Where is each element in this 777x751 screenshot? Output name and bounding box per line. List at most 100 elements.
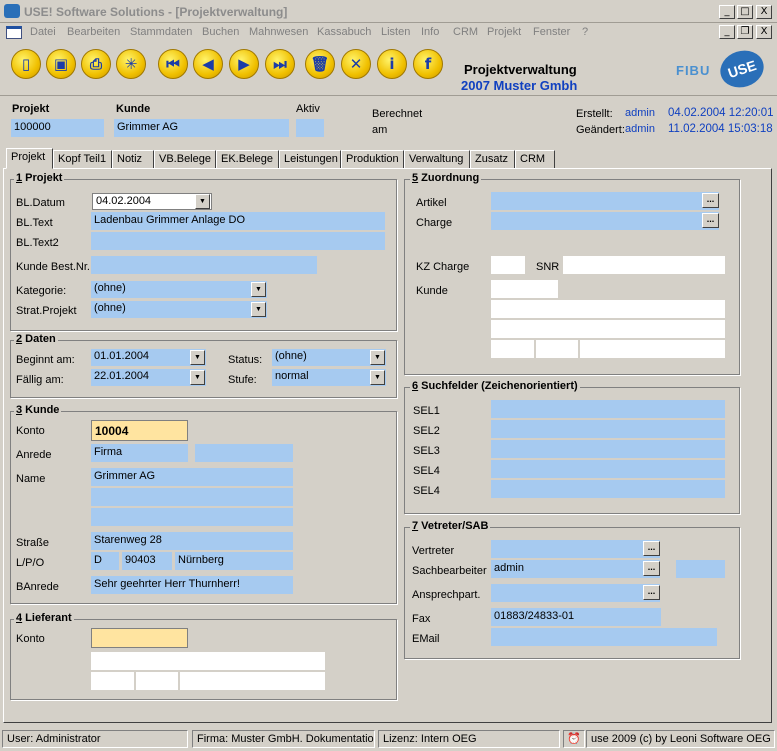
plz-field[interactable]: 90403 — [122, 552, 172, 570]
zuordnung-kunde-name-field-2[interactable] — [491, 320, 725, 338]
tab-leistungen[interactable]: Leistungen — [279, 150, 341, 169]
kunde-best-nr-field[interactable] — [91, 256, 317, 274]
tab-kopf-teil1[interactable]: Kopf Teil1 — [53, 150, 112, 169]
menu-listen[interactable]: Listen — [381, 26, 410, 38]
lieferant-name-field[interactable] — [91, 652, 325, 670]
vertreter-lookup-button[interactable]: ... — [643, 541, 660, 556]
snr-field[interactable] — [563, 256, 725, 274]
anrede-extra-field[interactable] — [195, 444, 293, 462]
projekt-field[interactable]: 100000 — [11, 119, 104, 137]
kunde-konto-field[interactable]: 10004 — [91, 420, 188, 441]
menu-kassabuch[interactable]: Kassabuch — [317, 26, 371, 38]
bl-datum-dropdown-icon[interactable]: ▼ — [195, 194, 210, 209]
sel5-field[interactable] — [491, 480, 725, 498]
menu-stammdaten[interactable]: Stammdaten — [130, 26, 192, 38]
cancel-icon[interactable]: ✕ — [341, 49, 371, 79]
zuordnung-kunde-plz-field[interactable] — [536, 340, 578, 358]
name-field-1[interactable]: Grimmer AG — [91, 468, 293, 486]
bl-datum-select[interactable]: 04.02.2004 — [92, 193, 212, 210]
zuordnung-kunde-land-field[interactable] — [491, 340, 534, 358]
name-field-3[interactable] — [91, 508, 293, 526]
sachbearbeiter-extra-field[interactable] — [676, 560, 725, 578]
menu-datei[interactable]: Datei — [30, 26, 56, 38]
menu-mahnwesen[interactable]: Mahnwesen — [249, 26, 308, 38]
vertreter-field[interactable] — [491, 540, 660, 558]
aktiv-field[interactable] — [296, 119, 324, 137]
print-icon[interactable]: ⎙ — [81, 49, 111, 79]
tab-ek-belege[interactable]: EK.Belege — [216, 150, 279, 169]
zuordnung-kunde-name-field-1[interactable] — [491, 300, 725, 318]
tab-produktion[interactable]: Produktion — [341, 150, 404, 169]
trash-icon[interactable]: 🗑 — [305, 49, 335, 79]
kategorie-dropdown-icon[interactable]: ▼ — [251, 282, 266, 297]
lieferant-plz-field[interactable] — [136, 672, 178, 690]
stufe-dropdown-icon[interactable]: ▼ — [370, 370, 385, 385]
new-doc-icon[interactable]: ▯ — [11, 49, 41, 79]
tab-crm[interactable]: CRM — [515, 150, 555, 169]
next-icon[interactable]: ▶ — [229, 49, 259, 79]
tab-notiz[interactable]: Notiz — [112, 150, 154, 169]
land-field[interactable]: D — [91, 552, 119, 570]
sprinkler-icon[interactable]: ✳ — [116, 49, 146, 79]
beginnt-dropdown-icon[interactable]: ▼ — [190, 350, 205, 365]
tab-zusatz[interactable]: Zusatz — [470, 150, 515, 169]
email-field[interactable] — [491, 628, 717, 646]
charge-field[interactable] — [491, 212, 719, 230]
sel1-field[interactable] — [491, 400, 725, 418]
document-icon[interactable] — [6, 26, 22, 39]
info-icon[interactable]: i — [377, 49, 407, 79]
child-close-button[interactable]: X — [756, 25, 772, 39]
tab-vb-belege[interactable]: VB.Belege — [154, 150, 216, 169]
name-field-2[interactable] — [91, 488, 293, 506]
artikel-field[interactable] — [491, 192, 719, 210]
bl-text-field[interactable]: Ladenbau Grimmer Anlage DO — [91, 212, 385, 230]
tab-projekt[interactable]: Projekt — [6, 148, 53, 169]
kz-charge-field[interactable] — [491, 256, 525, 274]
faellig-select[interactable]: 22.01.2004 — [91, 369, 206, 386]
prev-icon[interactable]: ◀ — [193, 49, 223, 79]
last-icon[interactable]: ⏭ — [265, 49, 295, 79]
charge-lookup-button[interactable]: ... — [702, 213, 719, 228]
maximize-button[interactable]: □ — [737, 5, 753, 19]
alarm-clock-icon[interactable]: ⏰ — [563, 730, 585, 748]
minimize-button[interactable]: _ — [719, 5, 735, 19]
kategorie-select[interactable]: (ohne) — [91, 281, 267, 298]
banrede-field[interactable]: Sehr geehrter Herr Thurnherr! — [91, 576, 293, 594]
sel4-field[interactable] — [491, 460, 725, 478]
menu-buchen[interactable]: Buchen — [202, 26, 239, 38]
menu-info[interactable]: Info — [421, 26, 439, 38]
anrede-field[interactable]: Firma — [91, 444, 188, 462]
sachbearbeiter-lookup-button[interactable]: ... — [643, 561, 660, 576]
save-icon[interactable]: ▣ — [46, 49, 76, 79]
function-icon[interactable]: f — [413, 49, 443, 79]
strat-projekt-dropdown-icon[interactable]: ▼ — [251, 302, 266, 317]
status-dropdown-icon[interactable]: ▼ — [370, 350, 385, 365]
sel3-field[interactable] — [491, 440, 725, 458]
menu-fenster[interactable]: Fenster — [533, 26, 570, 38]
zuordnung-kunde-ort-field[interactable] — [580, 340, 725, 358]
menu-bearbeiten[interactable]: Bearbeiten — [67, 26, 120, 38]
menu-help[interactable]: ? — [582, 26, 588, 38]
strat-projekt-select[interactable]: (ohne) — [91, 301, 267, 318]
kunde-field[interactable]: Grimmer AG — [114, 119, 289, 137]
stufe-select[interactable]: normal — [272, 369, 386, 386]
close-button[interactable]: X — [756, 5, 772, 19]
zuordnung-kunde-konto-field[interactable] — [491, 280, 558, 298]
menu-crm[interactable]: CRM — [453, 26, 478, 38]
lieferant-land-field[interactable] — [91, 672, 134, 690]
fax-field[interactable]: 01883/24833-01 — [491, 608, 661, 626]
ort-field[interactable]: Nürnberg — [175, 552, 293, 570]
lieferant-konto-field[interactable] — [91, 628, 188, 648]
beginnt-select[interactable]: 01.01.2004 — [91, 349, 206, 366]
child-minimize-button[interactable]: _ — [719, 25, 735, 39]
bl-text2-field[interactable] — [91, 232, 385, 250]
faellig-dropdown-icon[interactable]: ▼ — [190, 370, 205, 385]
status-select[interactable]: (ohne) — [272, 349, 386, 366]
sachbearbeiter-field[interactable]: admin — [491, 560, 660, 578]
child-restore-button[interactable]: ❐ — [737, 25, 753, 39]
sel2-field[interactable] — [491, 420, 725, 438]
artikel-lookup-button[interactable]: ... — [702, 193, 719, 208]
strasse-field[interactable]: Starenweg 28 — [91, 532, 293, 550]
ansprechpartner-field[interactable] — [491, 584, 660, 602]
ansprechpartner-lookup-button[interactable]: ... — [643, 585, 660, 600]
